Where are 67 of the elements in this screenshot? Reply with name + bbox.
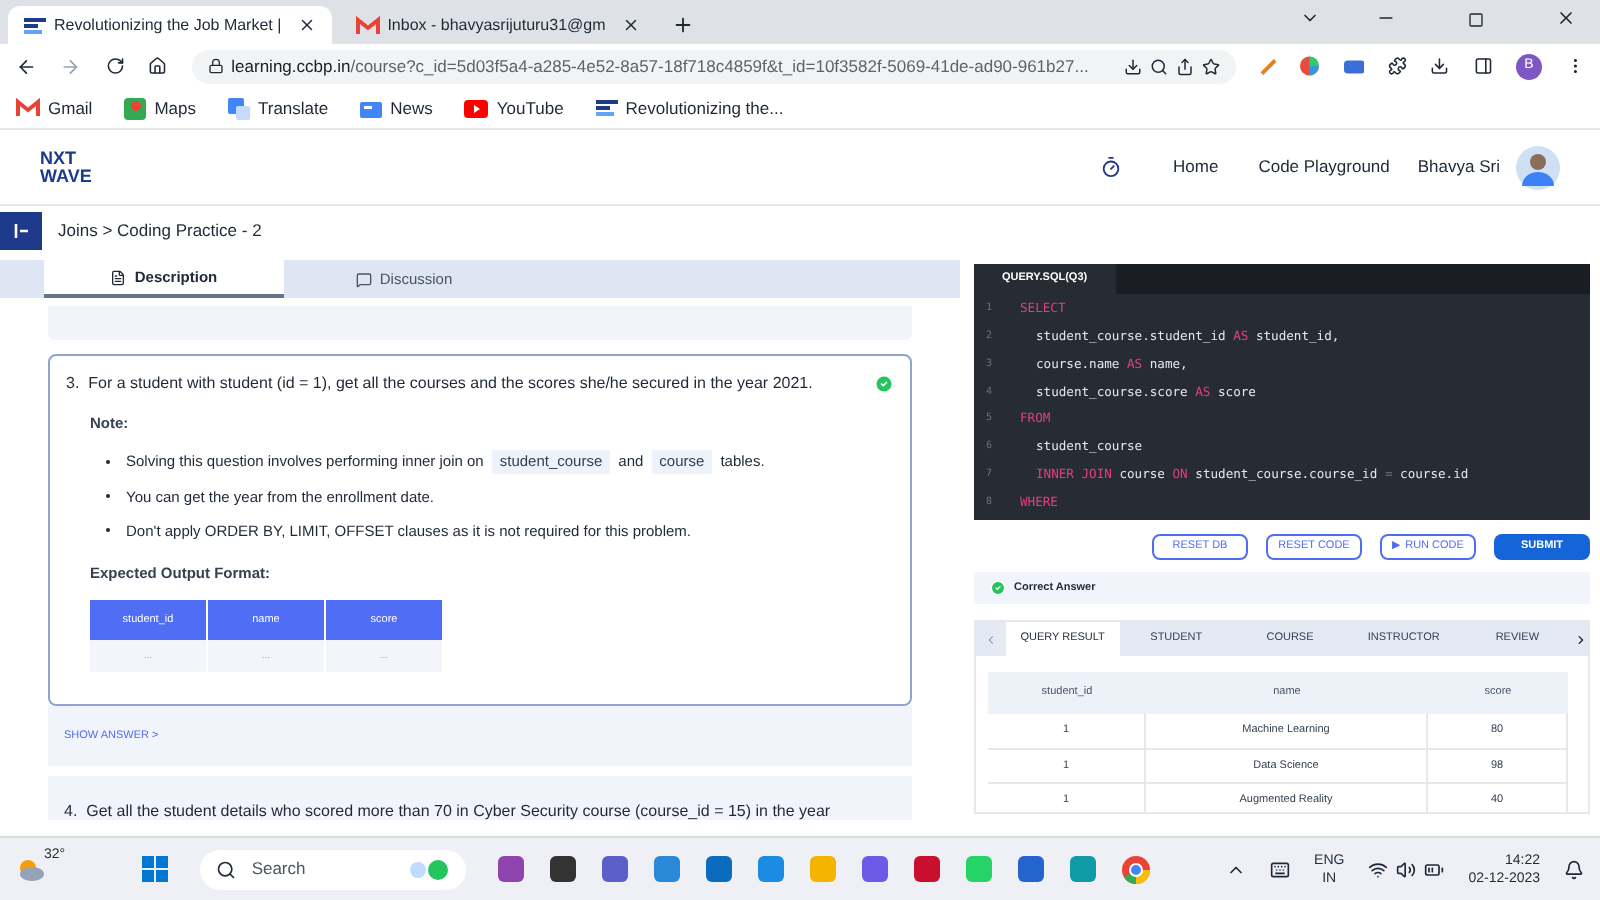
mail-icon (16, 98, 40, 118)
close-icon[interactable] (297, 16, 316, 34)
start-icon[interactable] (141, 856, 168, 882)
question-text: 4. Get all the student details who scored more than 70 in Cyber Security course (course_id = 15) in the year (64, 802, 831, 820)
news-icon (360, 97, 383, 119)
taskbar-app-icon[interactable] (549, 856, 576, 882)
color-wheel-icon[interactable] (1300, 56, 1320, 76)
bookmark-link[interactable]: Maps (154, 95, 196, 121)
document-icon (110, 269, 127, 285)
browser-tab[interactable]: Inbox - bhavyasrijuturu31@gm (339, 6, 656, 44)
taskbar-app-icon[interactable] (601, 856, 628, 882)
side-panel-icon[interactable] (1473, 56, 1493, 76)
nav-link[interactable]: Code Playground (1258, 154, 1390, 180)
extension-badge-icon[interactable] (1343, 59, 1364, 73)
user-name: Bhavya Sri (1417, 154, 1500, 180)
volume-icon[interactable] (1396, 859, 1417, 879)
play-icon (464, 99, 489, 117)
share-icon[interactable] (1175, 57, 1194, 75)
collapse-icon (14, 224, 28, 238)
breadcrumb: Joins > Coding Practice - 2 (58, 218, 262, 244)
search-field[interactable]: Search (199, 849, 466, 889)
avatar[interactable] (1516, 145, 1560, 189)
scroll-right-icon[interactable] (1574, 631, 1588, 647)
bookmark-link[interactable]: YouTube (496, 95, 564, 121)
lock-icon (207, 58, 224, 74)
bookmark-link[interactable]: News (390, 95, 433, 121)
map-pin-icon (124, 97, 147, 119)
bookmark-link[interactable]: Revolutionizing the... (625, 95, 784, 121)
taskbar-app-icon[interactable] (705, 856, 732, 882)
chrome-icon[interactable] (1121, 855, 1150, 883)
bookmark-link[interactable]: Gmail (48, 95, 93, 121)
download-icon[interactable] (1430, 56, 1450, 76)
taskbar-app-icon[interactable] (1017, 856, 1044, 882)
taskbar-app-icon[interactable] (913, 856, 940, 882)
logo[interactable]: NXT WAVE (40, 149, 92, 185)
close-icon[interactable] (1556, 8, 1576, 28)
back-icon[interactable] (16, 55, 37, 77)
search-icon (215, 859, 236, 879)
site-icon (595, 100, 618, 116)
keyboard-icon[interactable] (1270, 859, 1291, 879)
mail-icon (355, 15, 380, 35)
site-icon (24, 17, 46, 33)
zoom-icon[interactable] (1149, 57, 1168, 75)
wifi-icon[interactable] (1368, 859, 1389, 879)
battery-icon[interactable] (1424, 859, 1445, 879)
chat-icon (355, 271, 372, 287)
bookmark-link[interactable]: Translate (258, 95, 329, 121)
code-editor[interactable] (974, 264, 1590, 520)
close-icon[interactable] (621, 16, 640, 34)
notification-icon[interactable] (1564, 859, 1585, 879)
reload-icon[interactable] (105, 56, 125, 76)
download-icon[interactable] (1123, 57, 1142, 75)
home-icon[interactable] (148, 56, 168, 76)
new-tab-icon[interactable] (671, 14, 694, 36)
browser-tab[interactable]: Revolutionizing the Job Market | (8, 6, 332, 44)
address-bar[interactable]: learning.ccbp.in/course?c_id=5d03f5a4-a285-4e52-8a57-18f718c4859f&t_id=10f3582f-5069-41de-ad90-961b27... (191, 49, 1236, 83)
timer-icon[interactable] (1099, 156, 1122, 178)
question-text: 3. For a student with student (id = 1), get all the courses and the scores she/he secured in the year 2021. (66, 372, 815, 396)
url-text: learning.ccbp.in/course?c_id=5d03f5a4-a285-4e52-8a57-18f718c4859f&t_id=10f3582f-5069-41de-ad90-961b27... (231, 53, 1091, 79)
sidebar-toggle[interactable] (0, 212, 42, 250)
taskbar-app-icon[interactable] (497, 856, 524, 882)
check-icon (990, 580, 1006, 596)
nav-link[interactable]: Home (1173, 154, 1219, 180)
extensions-icon[interactable] (1387, 56, 1407, 76)
translate-icon (228, 97, 250, 119)
maximize-icon[interactable] (1468, 12, 1484, 28)
bookmark-star-icon[interactable] (1201, 57, 1220, 75)
